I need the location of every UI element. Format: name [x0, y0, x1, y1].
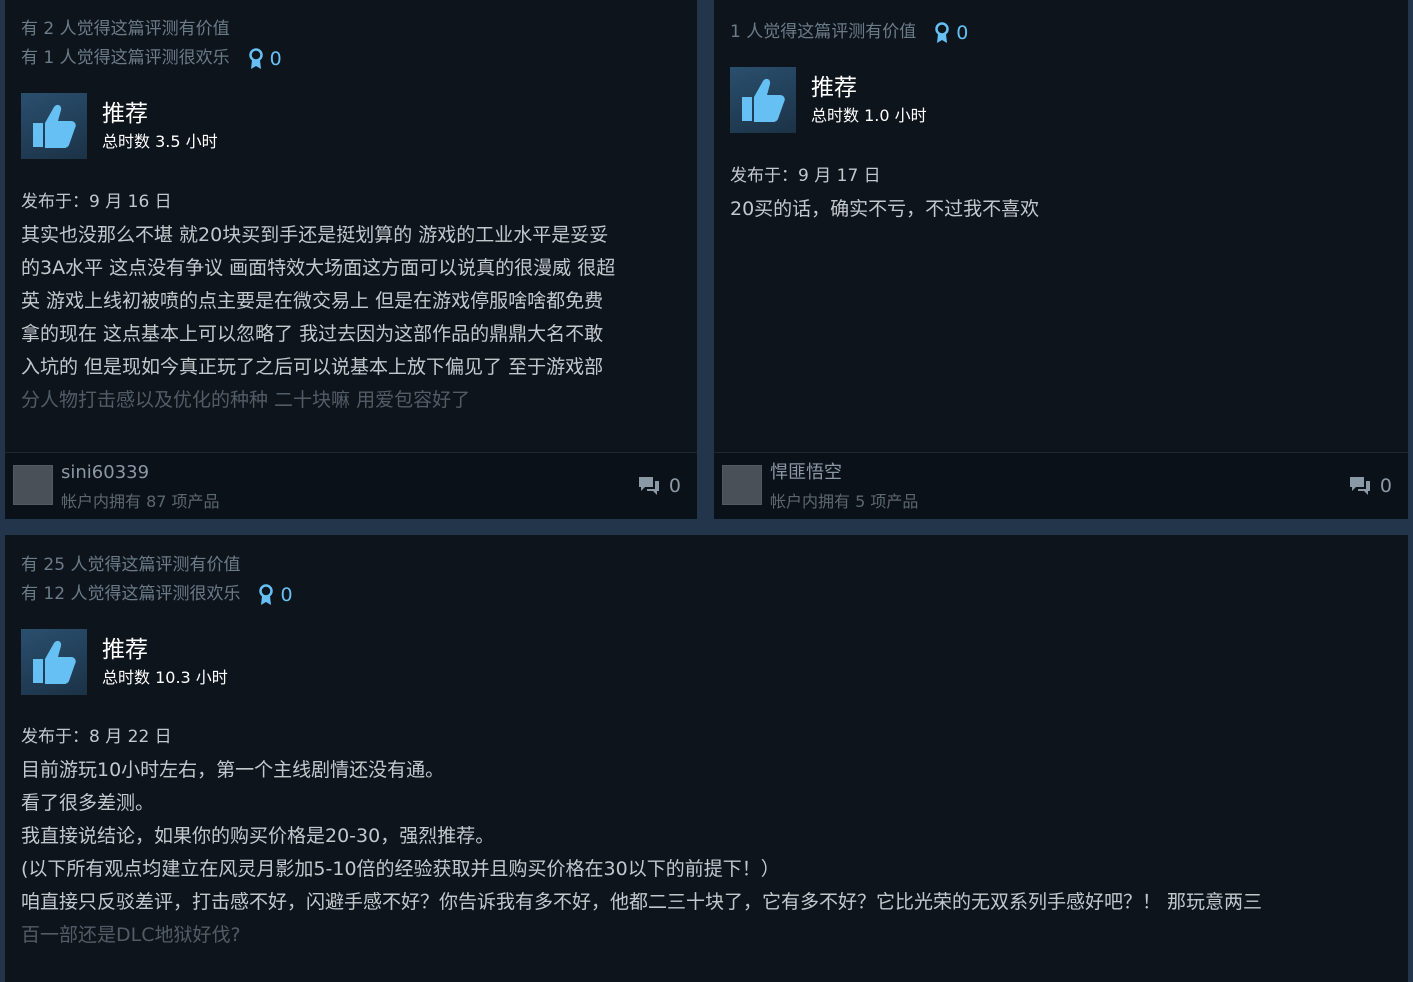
- award-button[interactable]: 0: [258, 583, 293, 606]
- username[interactable]: 悍匪悟空: [770, 461, 842, 485]
- award-button[interactable]: 0: [248, 48, 282, 70]
- award-ribbon-icon: [248, 47, 263, 69]
- comments-button[interactable]: 0: [637, 475, 681, 497]
- review-text: 20买的话，确实不亏，不过我不喜欢: [730, 193, 1400, 226]
- review-text: 其实也没那么不堪 就20块买到手还是挺划算的 游戏的工业水平是妥妥 的3A水平 …: [21, 219, 691, 417]
- posted-date: 发布于：9 月 16 日: [21, 192, 172, 212]
- comment-count: 0: [668, 475, 681, 497]
- funny-count: 有 1 人觉得这篇评测很欢乐: [21, 48, 230, 68]
- award-button[interactable]: 0: [934, 22, 968, 44]
- thumbs-up-icon: [730, 67, 796, 133]
- avatar[interactable]: [13, 465, 53, 505]
- helpful-count: 有 2 人觉得这篇评测有价值: [21, 19, 230, 39]
- review-line: 我直接说结论，如果你的购买价格是20-30，强烈推荐。: [21, 825, 495, 847]
- review-line: 看了很多差测。: [21, 792, 155, 814]
- award-ribbon-icon: [259, 583, 274, 605]
- posted-date: 发布于：9 月 17 日: [730, 166, 881, 186]
- playtime-hours: 总时数 1.0 小时: [811, 106, 927, 125]
- products-owned: 帐户内拥有 87 项产品: [61, 492, 220, 511]
- review-line-faded: 分人物打击感以及优化的种种 二十块嘛 用爱包容好了: [21, 389, 471, 411]
- playtime-hours: 总时数 3.5 小时: [102, 132, 218, 151]
- review-footer: 悍匪悟空 帐户内拥有 5 项产品 0: [714, 452, 1408, 519]
- award-count: 0: [280, 583, 293, 606]
- recommendation-title[interactable]: 推荐: [102, 635, 228, 665]
- review-line: 的3A水平 这点没有争议 画面特效大场面这方面可以说真的很漫威 很超: [21, 257, 616, 279]
- helpful-count: 1 人觉得这篇评测有价值: [730, 22, 917, 42]
- username[interactable]: sini60339: [61, 461, 149, 485]
- review-line: 入坑的 但是现如今真正玩了之后可以说基本上放下偏见了 至于游戏部: [21, 356, 604, 378]
- funny-count: 有 12 人觉得这篇评测很欢乐: [21, 584, 241, 604]
- review-line: 目前游玩10小时左右，第一个主线剧情还没有通。: [21, 759, 445, 781]
- review-line: 20买的话，确实不亏，不过我不喜欢: [730, 198, 1040, 220]
- recommendation-title[interactable]: 推荐: [102, 99, 218, 129]
- review-footer: sini60339 帐户内拥有 87 项产品 0: [5, 452, 697, 519]
- review-line: (以下所有观点均建立在风灵月影加5-10倍的经验获取并且购买价格在30以下的前提…: [21, 858, 780, 880]
- comment-count: 0: [1379, 475, 1392, 497]
- products-owned: 帐户内拥有 5 项产品: [770, 492, 919, 511]
- award-ribbon-icon: [935, 21, 949, 43]
- recommendation-title[interactable]: 推荐: [811, 73, 927, 103]
- review-line: 咱直接只反驳差评，打击感不好，闪避手感不好？你告诉我有多不好，他都二三十块了，它…: [21, 891, 1263, 913]
- award-count: 0: [269, 47, 282, 70]
- comment-icon: [638, 477, 659, 495]
- review-line: 英 游戏上线初被喷的点主要是在微交易上 但是在游戏停服啥啥都免费: [21, 290, 604, 312]
- avatar[interactable]: [722, 465, 762, 505]
- review-text: 目前游玩10小时左右，第一个主线剧情还没有通。 看了很多差测。 我直接说结论，如…: [21, 754, 1401, 952]
- playtime-hours: 总时数 10.3 小时: [102, 668, 228, 687]
- review-line-faded: 百一部还是DLC地狱好伐?: [21, 924, 241, 946]
- review-line: 其实也没那么不堪 就20块买到手还是挺划算的 游戏的工业水平是妥妥: [21, 224, 609, 246]
- award-count: 0: [956, 21, 969, 44]
- thumbs-up-icon: [21, 93, 87, 159]
- review-line: 拿的现在 这点基本上可以忽略了 我过去因为这部作品的鼎鼎大名不敢: [21, 323, 604, 345]
- thumbs-up-icon: [21, 629, 87, 695]
- review-card: 有 25 人觉得这篇评测有价值 有 12 人觉得这篇评测很欢乐 0 推荐 总时数…: [5, 535, 1408, 982]
- review-card: 1 人觉得这篇评测有价值 0 推荐 总时数 1.0 小时 发布于：9 月 17 …: [714, 0, 1408, 519]
- posted-date: 发布于：8 月 22 日: [21, 727, 172, 747]
- helpful-count: 有 25 人觉得这篇评测有价值: [21, 555, 241, 575]
- comments-button[interactable]: 0: [1348, 475, 1392, 497]
- comment-icon: [1349, 477, 1370, 495]
- review-card: 有 2 人觉得这篇评测有价值 有 1 人觉得这篇评测很欢乐 0 推荐 总时数 3…: [5, 0, 697, 519]
